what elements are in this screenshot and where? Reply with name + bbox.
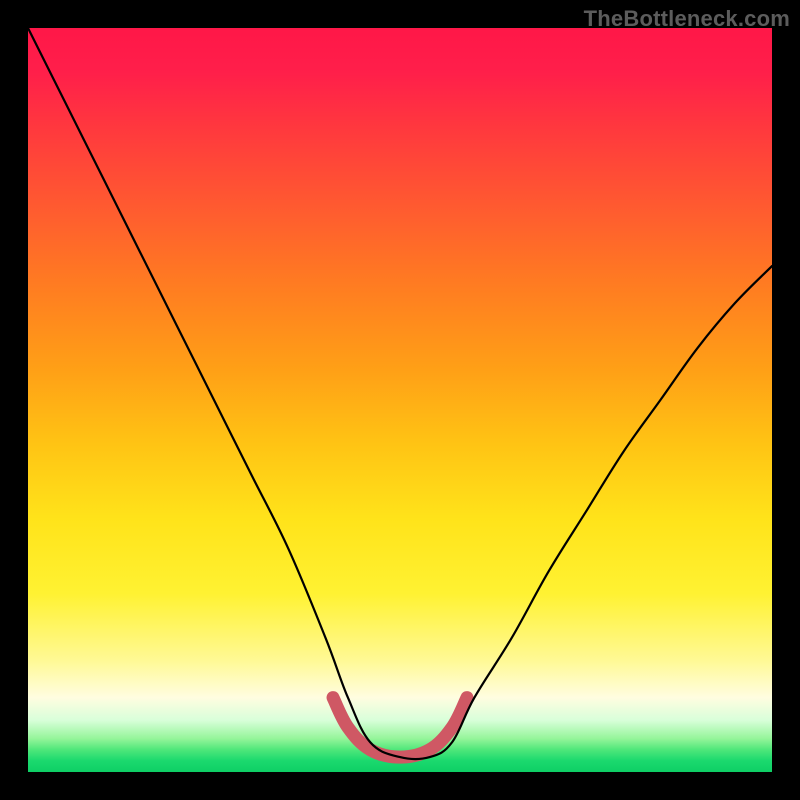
chart-frame: TheBottleneck.com: [0, 0, 800, 800]
curve-svg: [28, 28, 772, 772]
bottleneck-curve: [28, 28, 772, 759]
